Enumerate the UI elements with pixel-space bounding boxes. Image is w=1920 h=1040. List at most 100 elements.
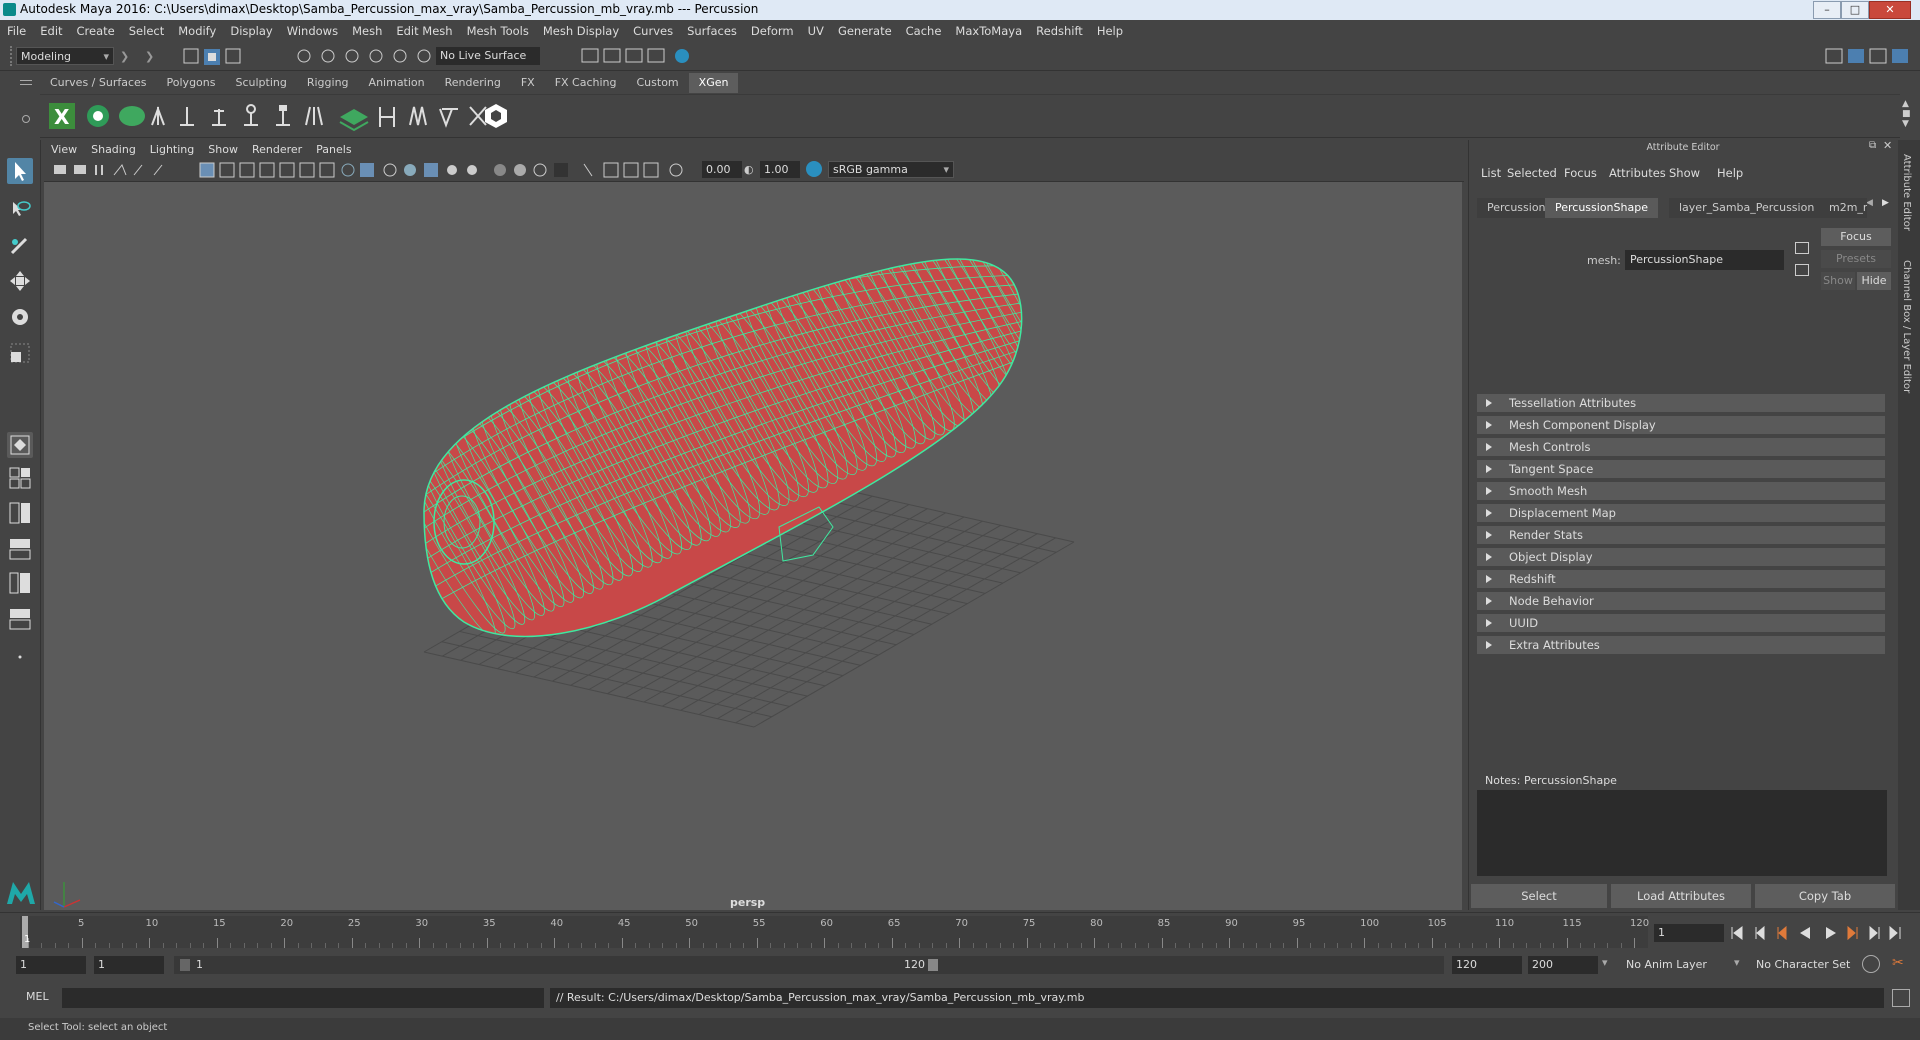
menu-mesh-display[interactable]: Mesh Display [536,21,626,42]
ae-menu-focus[interactable]: Focus [1564,166,1597,180]
section-extra-attributes[interactable]: Extra Attributes [1477,636,1885,654]
viewport-menu-view[interactable]: View [44,141,84,159]
layout-single-icon[interactable] [7,432,33,458]
minimize-button[interactable]: – [1813,1,1841,19]
menu-edit-mesh[interactable]: Edit Mesh [389,21,459,42]
ae-menu-selected[interactable]: Selected [1507,166,1557,180]
expand-arrow-icon[interactable] [1486,443,1492,451]
tab-percussionshape[interactable]: PercussionShape [1545,198,1658,218]
script-editor-icon[interactable] [1892,989,1910,1007]
menu-uv[interactable]: UV [801,21,831,42]
expand-arrow-icon[interactable] [1486,619,1492,627]
shelf-tab-fx[interactable]: FX [511,73,545,93]
time-slider[interactable]: 1 5 10 15 20 25 30 35 40 45 50 55 60 65 70 75 80 85 90 95 10… [0,912,1920,951]
section-displacement-map[interactable]: Displacement Map [1477,504,1885,522]
range-slider[interactable]: 1 120 [174,956,1444,974]
layout-graph-icon[interactable] [7,570,33,596]
color-space-dropdown[interactable]: sRGB gamma ▾ [828,161,954,178]
shelf-tab-fx-caching[interactable]: FX Caching [545,73,627,93]
expand-arrow-icon[interactable] [1486,531,1492,539]
section-mesh-controls[interactable]: Mesh Controls [1477,438,1885,456]
float-panel-icon[interactable]: ⧉ [1869,140,1876,151]
shelf-tab-xgen[interactable]: XGen [688,73,739,93]
section-redshift[interactable]: Redshift [1477,570,1885,588]
shelf-settings-icon[interactable] [22,115,30,123]
auto-key-icon[interactable] [1862,955,1880,973]
select-input-icon[interactable] [1795,242,1809,254]
section-smooth-mesh[interactable]: Smooth Mesh [1477,482,1885,500]
viewport-toolbar-icons[interactable] [52,161,792,179]
menu-cache[interactable]: Cache [899,21,949,42]
persp-viewport[interactable] [44,182,1462,910]
maximize-button[interactable]: □ [1841,1,1869,19]
select-tool-icon[interactable] [7,158,33,184]
mesh-name-field[interactable]: PercussionShape [1625,250,1784,270]
ae-menu-help[interactable]: Help [1717,166,1743,180]
xgen-shelf-icons[interactable]: X [40,95,600,137]
viewport-menu-renderer[interactable]: Renderer [245,141,309,159]
menu-display[interactable]: Display [223,21,279,42]
select-output-icon[interactable] [1795,264,1809,276]
mesh-body[interactable] [372,182,1082,644]
menu-curves[interactable]: Curves [626,21,680,42]
layout-four-icon[interactable] [7,465,33,491]
time-slider-track[interactable]: 1 5 10 15 20 25 30 35 40 45 50 55 60 65 70 75 80 85 90 95 10… [20,916,1649,948]
load-attributes-button[interactable]: Load Attributes [1611,884,1751,908]
more-layouts-icon[interactable] [7,644,33,670]
layout-persp-graph-icon[interactable] [7,606,33,632]
rotate-tool-icon[interactable] [7,304,33,330]
scene-end-field[interactable]: 200 [1528,956,1598,974]
section-tangent-space[interactable]: Tangent Space [1477,460,1885,478]
menu-surfaces[interactable]: Surfaces [680,21,744,42]
channel-box-side-tab[interactable]: Channel Box / Layer Editor [1901,260,1912,393]
shelf-tab-rendering[interactable]: Rendering [435,73,511,93]
viewport-menu-shading[interactable]: Shading [84,141,143,159]
playback-start-field[interactable]: 1 [94,956,164,974]
focus-button[interactable]: Focus [1821,228,1891,246]
chevron-down-icon[interactable]: ▾ [1602,956,1608,969]
section-object-display[interactable]: Object Display [1477,548,1885,566]
viewport-menu-lighting[interactable]: Lighting [143,141,201,159]
workspace-icons[interactable] [1822,46,1918,66]
shelf-tab-curves-surfaces[interactable]: Curves / Surfaces [40,73,157,93]
expand-arrow-icon[interactable] [1486,465,1492,473]
section-node-behavior[interactable]: Node Behavior [1477,592,1885,610]
close-panel-icon[interactable]: ✕ [1883,139,1892,152]
notes-textarea[interactable] [1477,790,1887,876]
hide-button[interactable]: Hide [1857,272,1891,290]
layout-outliner-icon[interactable] [7,536,33,562]
mode-dropdown[interactable]: Modeling ▾ [16,47,114,65]
shelf-tab-custom[interactable]: Custom [627,73,689,93]
menu-redshift[interactable]: Redshift [1029,21,1090,42]
expand-arrow-icon[interactable] [1486,421,1492,429]
tab-layer-samba-percussion[interactable]: layer_Samba_Percussion [1669,198,1825,218]
shelf-tab-sculpting[interactable]: Sculpting [225,73,296,93]
tab-m2m-m[interactable]: m2m_m [1819,198,1867,218]
presets-button[interactable]: Presets [1821,250,1891,268]
show-button[interactable]: Show [1821,272,1855,290]
expand-arrow-icon[interactable] [1486,597,1492,605]
expand-arrow-icon[interactable] [1486,487,1492,495]
ae-menu-attributes[interactable]: Attributes [1609,166,1666,180]
ae-menu-list[interactable]: List [1481,166,1501,180]
select-button[interactable]: Select [1471,884,1607,908]
lasso-tool-icon[interactable] [7,196,33,222]
section-mesh-component-display[interactable]: Mesh Component Display [1477,416,1885,434]
exposure-field[interactable]: 0.00 [702,161,742,178]
close-button[interactable]: ✕ [1869,1,1911,19]
color-management-icon[interactable] [806,161,822,177]
gamma-icon[interactable]: ◐ [744,163,754,176]
tab-scroll-left-icon[interactable]: ◀ [1866,198,1873,208]
current-frame-field[interactable]: 1 [1654,924,1724,942]
scene-start-field[interactable]: 1 [16,956,86,974]
expand-arrow-icon[interactable] [1486,399,1492,407]
render-icons[interactable] [578,46,708,66]
menu-help[interactable]: Help [1090,21,1130,42]
ae-menu-show[interactable]: Show [1669,166,1700,180]
shelf-menu-icon[interactable] [20,80,32,85]
paint-select-tool-icon[interactable] [7,232,33,258]
chevron-down-icon[interactable]: ▾ [1734,956,1740,969]
copy-tab-button[interactable]: Copy Tab [1755,884,1895,908]
range-start-handle[interactable] [180,959,190,971]
section-tessellation-attributes[interactable]: Tessellation Attributes [1477,394,1885,412]
